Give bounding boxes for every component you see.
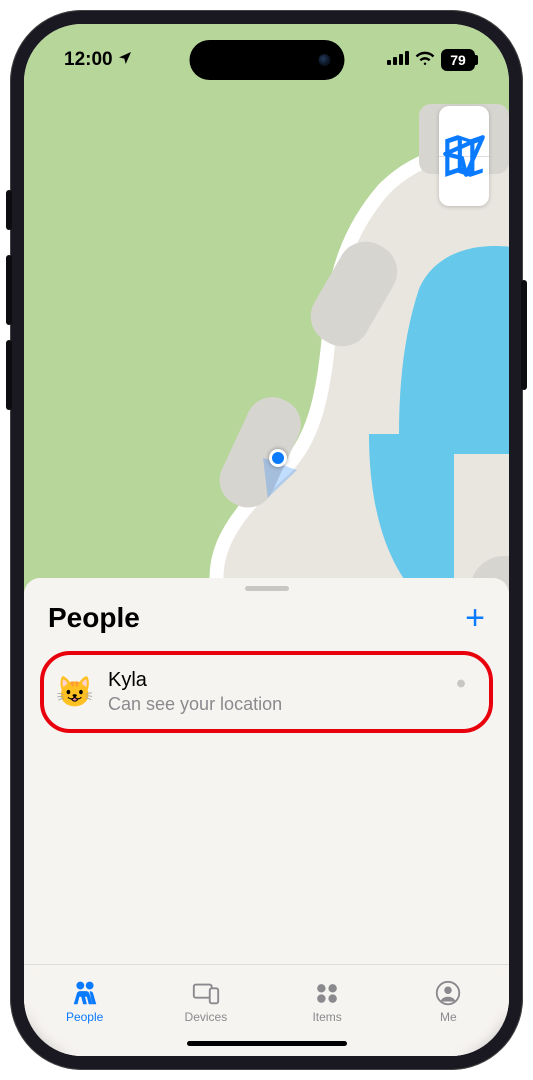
dynamic-island: [189, 40, 344, 80]
volume-up-button: [6, 255, 12, 325]
tab-devices[interactable]: Devices: [145, 965, 266, 1038]
volume-down-button: [6, 340, 12, 410]
person-status: Can see your location: [108, 694, 435, 715]
people-sheet[interactable]: People + 😺 Kyla Can see your location: [24, 578, 509, 1056]
power-button: [521, 280, 527, 390]
wifi-icon: [415, 49, 435, 71]
battery-indicator: 79: [441, 49, 475, 71]
cellular-icon: [387, 49, 409, 71]
tab-devices-label: Devices: [185, 1010, 228, 1024]
tab-items[interactable]: Items: [267, 965, 388, 1038]
recenter-button[interactable]: [439, 156, 489, 206]
tab-items-label: Items: [312, 1010, 341, 1024]
add-person-button[interactable]: +: [465, 601, 485, 635]
loading-spinner-icon: [449, 680, 473, 704]
person-avatar: 😺: [56, 675, 94, 710]
phone-frame: 12:00 79: [10, 10, 523, 1070]
tab-me-label: Me: [440, 1010, 457, 1024]
person-row[interactable]: 😺 Kyla Can see your location: [40, 651, 493, 733]
tab-people[interactable]: People: [24, 965, 145, 1038]
map-controls: [439, 106, 489, 206]
screen: 12:00 79: [24, 24, 509, 1056]
home-indicator[interactable]: [187, 1041, 347, 1046]
status-time: 12:00: [64, 49, 113, 71]
tab-people-label: People: [66, 1010, 103, 1024]
sheet-grabber[interactable]: [245, 586, 289, 591]
map-view[interactable]: [24, 24, 509, 594]
current-location-dot: [269, 449, 287, 467]
sheet-title: People: [48, 602, 140, 634]
person-name: Kyla: [108, 669, 435, 692]
location-services-icon: [117, 50, 133, 71]
tab-me[interactable]: Me: [388, 965, 509, 1038]
side-button: [6, 190, 12, 230]
